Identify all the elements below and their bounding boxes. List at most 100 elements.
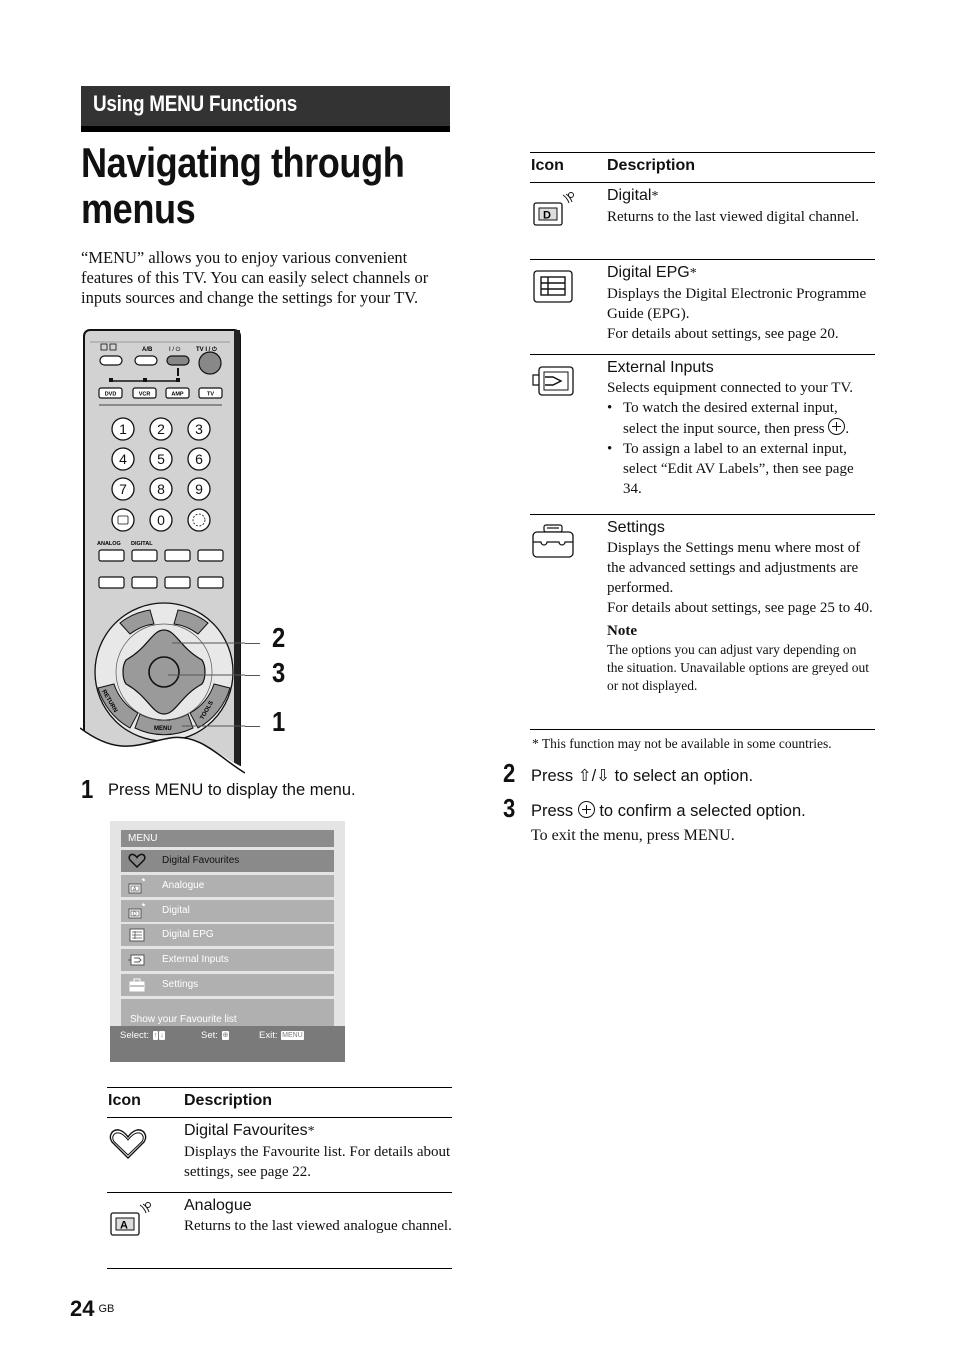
step-3-number: 3: [503, 793, 516, 823]
row-title: Settings: [607, 519, 665, 536]
tv-power-label: TV I / ⏻: [196, 346, 217, 353]
step-2-number: 2: [503, 758, 516, 788]
svg-text:D: D: [543, 210, 551, 222]
menu-item-digital-favourites[interactable]: Digital Favourites: [121, 850, 334, 872]
svg-text:VCR: VCR: [139, 392, 151, 398]
down-key-icon: ↓: [159, 1030, 165, 1040]
row-title: Analogue: [184, 1197, 252, 1214]
row-body: Displays the Settings menu where most of…: [607, 540, 861, 596]
digital-tv-icon: D: [128, 902, 146, 919]
table-header: Icon Description: [107, 1087, 452, 1118]
row-body: Returns to the last viewed analogue chan…: [184, 1218, 452, 1234]
menu-item-settings[interactable]: Settings: [121, 973, 334, 996]
row-title: Digital EPG*: [607, 264, 697, 281]
icon-table-left: Icon Description Digital Favourites* Dis…: [107, 1087, 452, 1269]
up-down-arrow-icon: ⇧/⇩: [577, 767, 611, 785]
intro-paragraph: “MENU” allows you to enjoy various conve…: [81, 248, 429, 307]
svg-text:1: 1: [119, 421, 127, 437]
toolbox-icon: [532, 524, 574, 558]
section-header-text: Using MENU Functions: [93, 91, 298, 116]
svg-text:6: 6: [195, 451, 203, 467]
step-2-text: Press ⇧/⇩ to select an option.: [531, 767, 754, 785]
menu-title: MENU: [121, 830, 334, 847]
page-title: Navigating through menus: [81, 139, 405, 232]
power-label: I / ⏻: [169, 346, 181, 353]
svg-text:0: 0: [157, 512, 165, 528]
table-row: Digital Favourites* Displays the Favouri…: [107, 1118, 452, 1193]
footnote: * This function may not be available in …: [532, 736, 832, 751]
svg-text:A: A: [120, 1220, 128, 1232]
heart-icon: [128, 853, 146, 869]
toolbox-icon: [129, 978, 145, 992]
step-3-text: Press to confirm a selected option.: [531, 801, 806, 820]
svg-text:ANALOG: ANALOG: [97, 541, 121, 547]
svg-text:9: 9: [195, 481, 203, 497]
row-body: Displays the Favourite list. For details…: [184, 1144, 451, 1180]
footer-select: Select: ↑ ↓: [120, 1030, 165, 1041]
menu-screenshot: MENU Digital Favourites A Analogue D Dig…: [110, 821, 345, 1062]
menu-item-external-inputs[interactable]: External Inputs: [121, 949, 334, 972]
page-number: 24 GB: [70, 1296, 115, 1321]
note-heading: Note: [607, 623, 637, 639]
svg-text:DVD: DVD: [105, 392, 117, 398]
footer-exit: Exit: MENU: [259, 1030, 304, 1041]
epg-list-icon: [533, 270, 573, 303]
table-row: A Analogue Returns to the last viewed an…: [107, 1193, 452, 1269]
row-body-extra: For details about settings, see page 20.: [607, 326, 839, 342]
svg-text:7: 7: [119, 481, 127, 497]
footer-set: Set: ⊕: [201, 1030, 230, 1041]
step-1-text: Press MENU to display the menu.: [108, 781, 356, 799]
menu-item-analogue[interactable]: A Analogue: [121, 874, 334, 897]
callout-3: 3: [272, 657, 286, 688]
row-body: Displays the Digital Electronic Programm…: [607, 286, 867, 322]
menu-description: Show your Favourite list: [121, 998, 334, 1026]
callout-2: 2: [272, 622, 286, 653]
svg-text:8: 8: [157, 481, 165, 497]
row-title: External Inputs: [607, 359, 714, 376]
callout-line: [245, 675, 260, 676]
row-title: Digital*: [607, 187, 659, 204]
svg-text:5: 5: [157, 451, 165, 467]
menu-footer: Select: ↑ ↓ Set: ⊕ Exit: MENU: [110, 1026, 345, 1062]
analogue-tv-icon: A: [110, 1202, 151, 1236]
description-column-header: Description: [184, 1092, 273, 1109]
icon-table-right: Icon Description D Digital* Returns to t…: [530, 152, 875, 730]
menu-item-digital-epg[interactable]: Digital EPG: [121, 924, 334, 947]
external-input-icon: [128, 954, 145, 966]
table-row: D Digital* Returns to the last viewed di…: [530, 183, 875, 260]
remote-control-illustration: A/B I / ⏻ TV I / ⏻ DVD VCR AMP TV 1 2 3 …: [80, 329, 245, 774]
step-1-number: 1: [81, 774, 94, 804]
callout-1: 1: [272, 706, 286, 737]
icon-column-header: Icon: [531, 157, 564, 174]
table-row: Digital EPG* Displays the Digital Electr…: [530, 260, 875, 355]
analogue-tv-icon: A: [128, 877, 146, 894]
table-row: Settings Displays the Settings menu wher…: [530, 515, 875, 730]
menu-key-label: MENU: [154, 726, 172, 732]
step-3-subtext: To exit the menu, press MENU.: [531, 827, 735, 844]
svg-text:D: D: [133, 911, 137, 917]
enter-button-icon: [577, 801, 595, 818]
row-body-extra: For details about settings, see page 25 …: [607, 600, 873, 616]
bullet-item: To watch the desired external input, sel…: [607, 398, 875, 439]
bullet-item: To assign a label to an external input, …: [607, 439, 875, 499]
table-header: Icon Description: [530, 152, 875, 183]
menu-item-digital[interactable]: D Digital: [121, 899, 334, 922]
callout-line: [245, 643, 260, 644]
svg-text:2: 2: [157, 421, 165, 437]
section-header: Using MENU Functions: [81, 86, 450, 132]
digital-tv-icon: D: [533, 192, 574, 226]
external-input-icon: [532, 366, 574, 396]
row-title: Digital Favourites*: [184, 1122, 315, 1139]
callout-line: [245, 726, 260, 727]
ab-label: A/B: [142, 347, 153, 353]
svg-text:TV: TV: [207, 392, 214, 398]
svg-text:4: 4: [119, 451, 127, 467]
icon-column-header: Icon: [108, 1092, 141, 1109]
epg-list-icon: [129, 928, 145, 942]
row-body: Selects equipment connected to your TV.: [607, 380, 854, 396]
svg-text:AMP: AMP: [171, 392, 184, 398]
svg-text:3: 3: [195, 421, 203, 437]
svg-text:DIGITAL: DIGITAL: [131, 541, 153, 547]
up-key-icon: ↑: [152, 1030, 159, 1040]
note-body: The options you can adjust vary dependin…: [607, 642, 870, 693]
